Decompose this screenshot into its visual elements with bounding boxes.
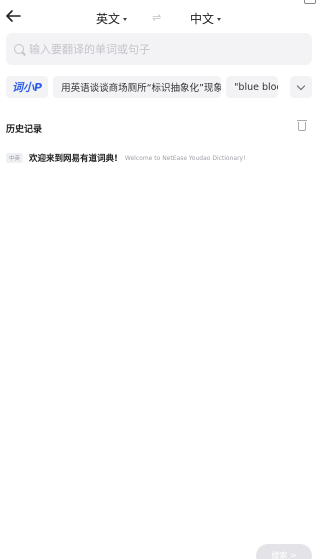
search-bar[interactable]	[6, 33, 312, 65]
target-language-selector[interactable]: 中文	[190, 10, 222, 27]
history-word: 欢迎来到网易有道词典!	[29, 154, 118, 164]
history-translation: Welcome to NetEase Youdao Dictionary!	[124, 154, 246, 162]
ci-xiao-p-logo-chip[interactable]: 词小P	[6, 76, 49, 98]
expand-chips-button[interactable]	[290, 76, 312, 98]
target-language-label: 中文	[190, 12, 215, 26]
suggestion-chip-label: "blue bloo	[234, 81, 279, 93]
swap-languages-icon[interactable]: ⇌	[152, 11, 161, 24]
search-icon	[14, 44, 24, 54]
suggestion-chip[interactable]: "blue blood	[226, 76, 279, 98]
language-badge: 中英	[6, 153, 24, 163]
search-input[interactable]	[29, 42, 289, 56]
chevron-down-icon	[296, 81, 306, 90]
caret-down-icon	[217, 18, 222, 21]
top-bar: 英文 ⇌ 中文	[0, 0, 320, 34]
trash-icon[interactable]	[297, 120, 307, 131]
clipboard-icon[interactable]	[304, 0, 316, 4]
search-button[interactable]: 搜索 >	[256, 544, 312, 559]
suggestion-chips: 词小P 用英语谈谈商场厕所“标识抽象化”现象 "blue blood	[6, 76, 316, 98]
suggestion-chip[interactable]: 用英语谈谈商场厕所“标识抽象化”现象	[53, 76, 222, 98]
source-language-label: 英文	[96, 12, 121, 26]
caret-down-icon	[123, 18, 128, 21]
back-arrow-icon[interactable]	[4, 8, 22, 24]
source-language-selector[interactable]: 英文	[96, 10, 128, 27]
history-title: 历史记录	[6, 125, 43, 135]
history-item[interactable]: 中英 欢迎来到网易有道词典! Welcome to NetEase Youdao…	[6, 152, 246, 164]
